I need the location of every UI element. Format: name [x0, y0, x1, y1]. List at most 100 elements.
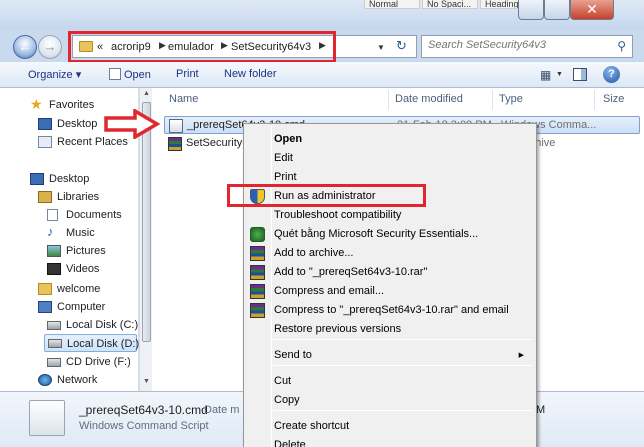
maximize-button[interactable]: [544, 0, 570, 20]
drive-icon: [48, 339, 62, 348]
menu-separator: [273, 410, 533, 411]
menu-item-send-to[interactable]: Send to ▶: [246, 346, 534, 365]
details-date-label: Date m: [204, 404, 240, 416]
column-header-type[interactable]: Type: [499, 93, 523, 105]
network-icon: [38, 374, 52, 386]
menu-item-delete[interactable]: Delete: [246, 436, 534, 447]
open-label: Open: [124, 69, 151, 81]
menu-separator: [273, 339, 533, 340]
details-file-name: _prereqSet64v3-10.cmd: [79, 403, 208, 417]
scroll-down-icon[interactable]: ▼: [143, 378, 150, 385]
menu-item-label: Cut: [274, 375, 292, 387]
details-date-value: M: [536, 404, 546, 416]
address-highlight-box: [68, 31, 336, 63]
menu-item-label: Send to: [274, 349, 312, 361]
open-icon: [109, 68, 121, 80]
star-icon: ★: [30, 96, 43, 112]
view-dropdown-icon[interactable]: ▼: [556, 71, 563, 78]
menu-item-add-to-prereqset64v3-10-rar[interactable]: Add to "_prereqSet64v3-10.rar": [246, 263, 534, 282]
menu-item-label: Create shortcut: [274, 420, 350, 432]
cmd-script-large-icon: [29, 400, 65, 436]
column-separator[interactable]: [492, 90, 493, 110]
window-top-strip: Normal No Spaci... Heading 1 ✕: [0, 0, 644, 30]
menu-item-label: Compress to "_prereqSet64v3-10.rar" and …: [274, 304, 509, 316]
back-button[interactable]: ←: [13, 35, 37, 59]
security-essentials-icon: [250, 227, 265, 242]
details-file-type: Windows Command Script: [79, 420, 209, 432]
ribbon-style-nospacing[interactable]: No Spaci...: [422, 0, 478, 9]
user-folder-icon: [38, 283, 52, 295]
menu-item-label: Edit: [274, 152, 293, 164]
cmd-script-icon: [169, 119, 183, 133]
menu-item-troubleshoot-compatibility[interactable]: Troubleshoot compatibility: [246, 206, 534, 225]
cd-drive-icon: [47, 358, 61, 367]
organize-button[interactable]: Organize ▾: [28, 68, 81, 81]
new-folder-button[interactable]: New folder: [224, 68, 277, 80]
menu-item-open[interactable]: Open: [246, 130, 534, 149]
menu-item-label: Print: [274, 171, 297, 183]
winrar-archive-icon: [168, 137, 182, 151]
drive-icon: [47, 321, 61, 330]
address-dropdown-icon[interactable]: ▼: [377, 43, 385, 52]
computer-icon: [38, 301, 52, 313]
context-menu: Open Edit Print Run as administrator Trouble…: [243, 123, 537, 447]
menu-item-restore-previous-versions[interactable]: Restore previous versions: [246, 320, 534, 339]
forward-button[interactable]: →: [38, 35, 62, 59]
menu-item-label: Copy: [274, 394, 300, 406]
column-separator[interactable]: [594, 90, 595, 110]
nav-local-disk-d[interactable]: Local Disk (D:): [44, 334, 139, 352]
menu-item-label: Troubleshoot compatibility: [274, 209, 402, 221]
menu-item-label: Open: [274, 133, 303, 145]
menu-separator: [273, 365, 533, 366]
winrar-icon: [250, 265, 265, 280]
pictures-icon: [47, 245, 61, 257]
minimize-button[interactable]: [518, 0, 544, 20]
desktop-icon: [30, 173, 44, 185]
column-separator[interactable]: [388, 90, 389, 110]
videos-icon: [47, 263, 61, 275]
organize-label: Organize: [28, 69, 73, 81]
command-bar: Organize ▾ Open Print New folder ▦ ▼ ?: [0, 62, 644, 88]
search-input[interactable]: [428, 39, 608, 51]
search-icon[interactable]: ⚲: [617, 39, 626, 53]
menu-item-add-to-archive[interactable]: Add to archive...: [246, 244, 534, 263]
menu-item-qu-t-b-ng-microsoft-security-essentials[interactable]: Quét bằng Microsoft Security Essentials.…: [246, 225, 534, 244]
ribbon-style-normal[interactable]: Normal: [364, 0, 420, 9]
menu-item-compress-to-prereqset64v3-10-rar-and-email[interactable]: Compress to "_prereqSet64v3-10.rar" and …: [246, 301, 534, 320]
menu-item-label: Add to archive...: [274, 247, 354, 259]
change-view-icon[interactable]: ▦: [540, 68, 551, 82]
menu-item-cut[interactable]: Cut: [246, 372, 534, 391]
menu-item-label: Restore previous versions: [274, 323, 402, 335]
submenu-arrow-icon: ▶: [518, 352, 524, 359]
documents-icon: [47, 209, 58, 221]
column-header-date[interactable]: Date modified: [395, 93, 463, 105]
menu-item-compress-and-email[interactable]: Compress and email...: [246, 282, 534, 301]
red-arrow-annotation: [104, 109, 161, 139]
scroll-up-icon[interactable]: ▲: [143, 90, 150, 97]
menu-item-label: Delete: [274, 439, 306, 447]
menu-item-edit[interactable]: Edit: [246, 149, 534, 168]
refresh-icon[interactable]: ↻: [396, 38, 407, 54]
close-button[interactable]: ✕: [570, 0, 614, 20]
recent-places-icon: [38, 136, 52, 148]
column-header-size[interactable]: Size: [603, 93, 624, 105]
menu-item-label: Quét bằng Microsoft Security Essentials.…: [274, 228, 479, 240]
help-icon[interactable]: ?: [603, 66, 620, 83]
winrar-icon: [250, 303, 265, 318]
libraries-icon: [38, 191, 52, 203]
winrar-icon: [250, 246, 265, 261]
print-button[interactable]: Print: [176, 68, 199, 80]
winrar-icon: [250, 284, 265, 299]
menu-item-label: Add to "_prereqSet64v3-10.rar": [274, 266, 428, 278]
desktop-icon: [38, 118, 52, 130]
run-as-admin-highlight-box: [227, 184, 426, 207]
open-button[interactable]: Open: [109, 68, 151, 81]
address-row: ← → « acrorip9 ▶ emulador ▶ SetSecurity6…: [0, 30, 644, 63]
menu-item-create-shortcut[interactable]: Create shortcut: [246, 417, 534, 436]
search-box[interactable]: ⚲: [421, 35, 633, 58]
preview-pane-icon[interactable]: [573, 68, 587, 81]
column-header-name[interactable]: Name: [169, 93, 198, 105]
music-icon: ♪: [47, 224, 54, 239]
menu-item-label: Compress and email...: [274, 285, 385, 297]
menu-item-copy[interactable]: Copy: [246, 391, 534, 410]
